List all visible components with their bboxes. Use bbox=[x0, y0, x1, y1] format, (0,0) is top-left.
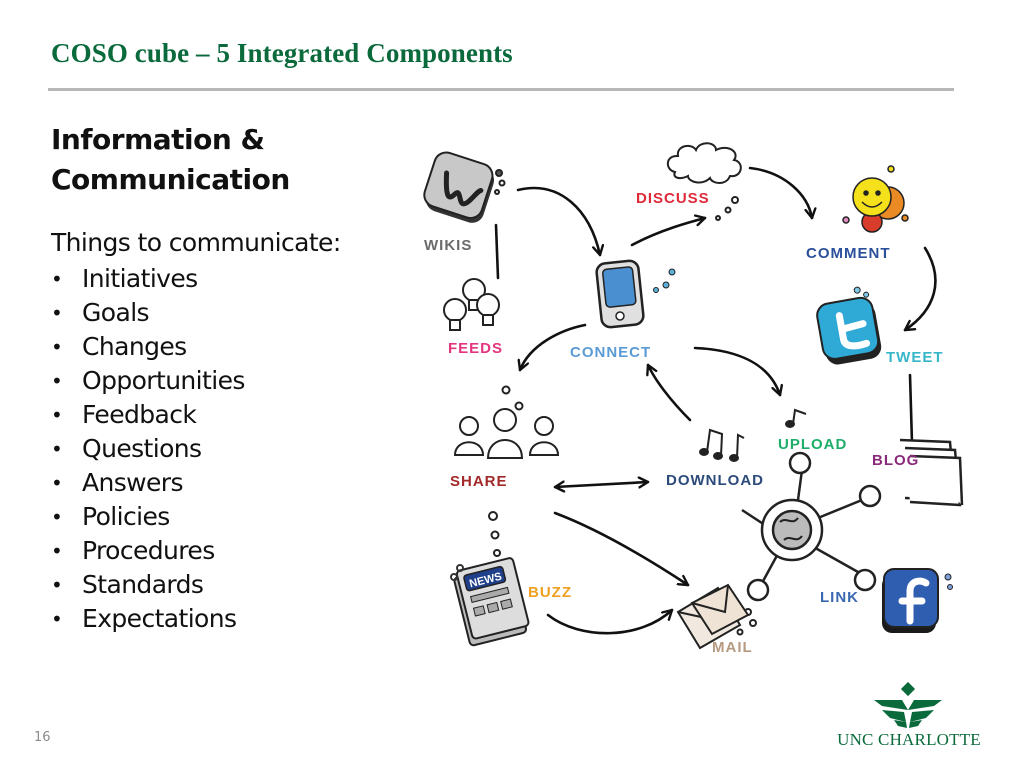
line-tweet-to-blog bbox=[908, 373, 914, 445]
bullet-dot: • bbox=[51, 573, 63, 597]
facebook-icon bbox=[882, 568, 953, 633]
diagram-label-discuss: DISCUSS bbox=[636, 190, 710, 207]
bullet-dot: • bbox=[51, 505, 63, 529]
music-notes-icon bbox=[699, 428, 745, 462]
arrow-share-to-mail bbox=[553, 511, 690, 587]
diagram-label-tweet: TWEET bbox=[886, 349, 944, 366]
diagram-label-feeds: FEEDS bbox=[448, 340, 503, 357]
bullet-item: • Initiatives bbox=[51, 262, 245, 296]
diagram-label-wikis: WIKIS bbox=[424, 237, 472, 254]
bullet-item: • Policies bbox=[51, 500, 245, 534]
diagram-label-mail: MAIL bbox=[712, 639, 753, 656]
arrow-share-download bbox=[553, 482, 650, 487]
diagram-label-blog: BLOG bbox=[872, 452, 919, 469]
bullet-item: • Answers bbox=[51, 466, 245, 500]
bullet-dot: • bbox=[51, 267, 63, 291]
phone-icon bbox=[595, 259, 676, 329]
social-media-diagram: WIKIS DISCUSS COMMENT FEEDS CONNECT TWEE… bbox=[423, 142, 964, 656]
line-comment-to-tweet bbox=[903, 246, 937, 332]
diagram-label-buzz: BUZZ bbox=[528, 584, 572, 601]
blog-pages-icon bbox=[899, 438, 964, 507]
bullet-text: Feedback bbox=[82, 400, 197, 429]
bullet-text: Expectations bbox=[82, 604, 237, 633]
bullet-text: Initiatives bbox=[82, 264, 198, 293]
bullet-dot: • bbox=[51, 403, 63, 427]
smiley-icon bbox=[842, 165, 909, 233]
connector-lines bbox=[494, 166, 937, 635]
title-divider bbox=[48, 88, 954, 91]
diagram-label-comment: COMMENT bbox=[806, 245, 891, 262]
bullet-item: • Standards bbox=[51, 568, 245, 602]
arrow-connect-to-discuss bbox=[630, 218, 707, 247]
bullet-dot: • bbox=[51, 539, 63, 563]
diagram-label-upload: UPLOAD bbox=[778, 436, 847, 453]
bullet-item: • Feedback bbox=[51, 398, 245, 432]
crown-icon bbox=[874, 681, 942, 728]
arrow-wikis-to-connect bbox=[516, 186, 600, 257]
arrow-connect-to-upload bbox=[693, 346, 780, 397]
bullet-dot: • bbox=[51, 607, 63, 631]
bullet-list: • Initiatives • Goals • Changes • Opportunit… bbox=[51, 262, 245, 636]
line-wikis-to-feeds bbox=[494, 223, 500, 280]
bullet-text: Standards bbox=[82, 570, 204, 599]
bullet-text: Changes bbox=[82, 332, 187, 361]
diagram-label-link: LINK bbox=[820, 589, 859, 606]
bullet-text: Goals bbox=[82, 298, 150, 327]
bullet-item: • Expectations bbox=[51, 602, 245, 636]
bullet-text: Opportunities bbox=[82, 366, 245, 395]
bullet-text: Answers bbox=[82, 468, 184, 497]
bullet-text: Procedures bbox=[82, 536, 215, 565]
bullet-item: • Changes bbox=[51, 330, 245, 364]
arrow-discuss-to-comment bbox=[748, 166, 812, 220]
slide-title: COSO cube – 5 Integrated Components bbox=[51, 38, 513, 68]
bullet-dot: • bbox=[51, 301, 63, 325]
logo-text: UNC CHARLOTTE bbox=[837, 730, 981, 749]
arrow-download-to-connect bbox=[648, 363, 692, 422]
bullet-item: • Opportunities bbox=[51, 364, 245, 398]
page-number: 16 bbox=[34, 730, 51, 745]
section-heading: Information & Communication bbox=[51, 123, 290, 196]
arrow-buzz-to-mail bbox=[546, 608, 674, 635]
twitter-icon bbox=[816, 286, 882, 365]
intro-text: Things to communicate: bbox=[51, 228, 341, 257]
diagram-label-connect: CONNECT bbox=[570, 344, 651, 361]
bubble-dots bbox=[488, 169, 757, 636]
wiki-icon bbox=[423, 151, 495, 223]
diagram-label-download: DOWNLOAD bbox=[666, 472, 764, 489]
bullet-dot: • bbox=[51, 369, 63, 393]
unc-charlotte-logo: UNC CHARLOTTE bbox=[834, 681, 984, 752]
bullet-text: Policies bbox=[82, 502, 170, 531]
upload-note-icon bbox=[785, 408, 807, 428]
bullet-dot: • bbox=[51, 437, 63, 461]
bullet-dot: • bbox=[51, 335, 63, 359]
lightbulb-icon bbox=[443, 278, 500, 331]
bullet-dot: • bbox=[51, 471, 63, 495]
people-icon bbox=[453, 408, 560, 459]
cloud-icon bbox=[666, 142, 742, 184]
bullet-text: Questions bbox=[82, 434, 202, 463]
newspaper-icon: NEWS bbox=[453, 557, 530, 647]
bullet-item: • Goals bbox=[51, 296, 245, 330]
bullet-item: • Procedures bbox=[51, 534, 245, 568]
diagram-label-share: SHARE bbox=[450, 473, 508, 490]
bullet-item: • Questions bbox=[51, 432, 245, 466]
